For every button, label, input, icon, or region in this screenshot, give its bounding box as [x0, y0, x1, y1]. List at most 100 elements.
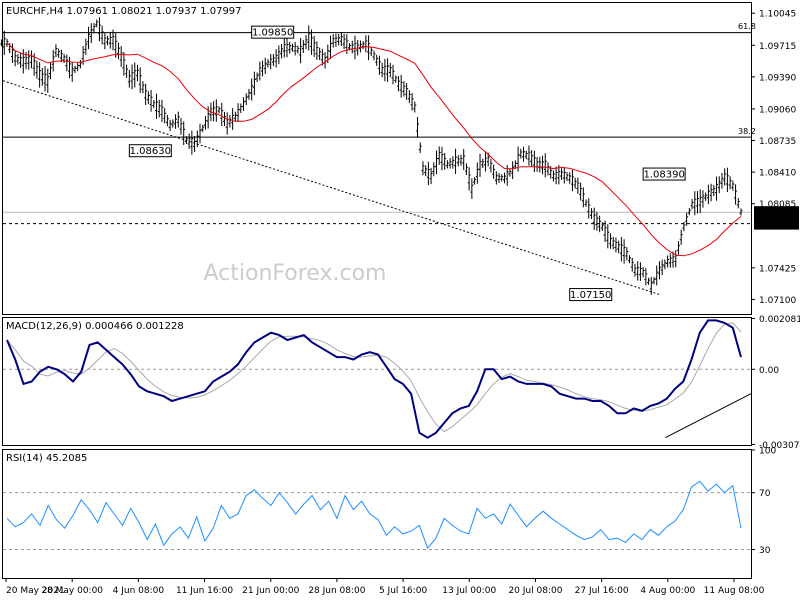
- ohlc-bar: [663, 259, 667, 270]
- ohlc-bar: [116, 42, 120, 60]
- ohlc-bar: [628, 255, 632, 264]
- macd-line: [6, 319, 742, 439]
- ohlc-bar: [500, 174, 504, 182]
- ohlc-bar: [334, 33, 338, 47]
- ohlc-bar: [475, 162, 479, 184]
- ohlc-bar: [723, 168, 727, 186]
- x-tick-label: 28 May 00:00: [41, 586, 103, 596]
- ohlc-bar: [2, 30, 6, 55]
- ohlc-bar: [589, 208, 593, 220]
- ohlc-bar: [160, 99, 164, 122]
- ohlc-bar: [29, 50, 33, 69]
- ohlc-bar: [424, 165, 428, 177]
- ohlc-bar: [660, 259, 664, 276]
- ohlc-bar: [649, 276, 653, 295]
- svg-text:1.07880: 1.07880: [759, 220, 796, 230]
- ohlc-bar: [168, 119, 172, 132]
- ohlc-bar: [141, 81, 145, 94]
- ohlc-bar: [538, 156, 542, 173]
- ohlc-bar: [369, 47, 373, 57]
- ohlc-bar: [149, 89, 153, 112]
- ohlc-bar: [655, 265, 659, 286]
- ohlc-bar: [437, 146, 441, 165]
- x-tick-label: 27 Jul 16:00: [575, 586, 629, 596]
- ohlc-bar: [288, 41, 292, 54]
- svg-text:1.09850: 1.09850: [252, 28, 293, 39]
- rsi-y-tick-label: 70: [759, 489, 771, 499]
- ohlc-bar: [543, 153, 547, 178]
- ohlc-bar: [652, 276, 656, 285]
- macd-panel-frame: [2, 317, 752, 446]
- macd-trendline: [665, 393, 752, 439]
- ohlc-bar: [481, 158, 485, 169]
- ohlc-bar: [532, 150, 536, 172]
- ohlc-bar: [252, 71, 256, 96]
- ohlc-bar: [51, 49, 55, 72]
- ohlc-bar: [87, 26, 91, 50]
- ohlc-bar: [315, 41, 319, 60]
- rsi-y-tick-label: 30: [759, 546, 771, 556]
- ohlc-bar: [16, 54, 20, 65]
- price-y-tick-label: 1.07425: [759, 264, 796, 274]
- ohlc-bar: [440, 146, 444, 171]
- ohlc-bar: [630, 257, 634, 272]
- ohlc-bar: [46, 68, 50, 93]
- ohlc-bar: [130, 64, 134, 90]
- ohlc-bar: [451, 156, 455, 169]
- svg-text:1.07997: 1.07997: [759, 209, 796, 219]
- ohlc-bar: [647, 277, 651, 285]
- x-tick-label: 4 Aug 00:00: [640, 586, 695, 596]
- ohlc-bar: [668, 253, 672, 268]
- svg-text:1.08390: 1.08390: [643, 170, 684, 181]
- ohlc-bar: [421, 161, 425, 176]
- ohlc-bar: [527, 145, 531, 166]
- price-y-tick-label: 1.09715: [759, 42, 796, 52]
- ohlc-bar: [432, 162, 436, 177]
- ohlc-bar: [638, 262, 642, 281]
- ohlc-bar: [95, 19, 99, 28]
- ohlc-bar: [573, 177, 577, 189]
- x-tick-label: 20 Jul 08:00: [508, 586, 562, 596]
- ohlc-bar: [579, 182, 583, 201]
- ohlc-bar: [144, 83, 148, 105]
- ohlc-bar: [296, 45, 300, 54]
- price-y-tick-label: 1.09390: [759, 73, 796, 83]
- macd-y-tick-label: 0.00: [759, 366, 779, 376]
- ohlc-bar: [622, 239, 626, 264]
- ohlc-bar: [418, 142, 422, 154]
- ohlc-bar: [405, 83, 409, 100]
- ohlc-bar: [666, 255, 670, 268]
- x-tick-label: 13 Jul 00:00: [442, 586, 496, 596]
- ohlc-bar: [201, 124, 205, 133]
- ohlc-bar: [696, 191, 700, 214]
- ohlc-bar: [78, 60, 82, 69]
- ohlc-bar: [293, 41, 297, 56]
- ohlc-bar: [657, 261, 661, 280]
- ohlc-bar: [318, 47, 322, 60]
- ohlc-bar: [377, 55, 381, 75]
- ohlc-bar: [435, 150, 439, 175]
- ohlc-bar: [609, 233, 613, 249]
- macd-y-tick-label: 0.002081: [759, 315, 800, 325]
- price-y-tick-label: 1.08735: [759, 137, 796, 147]
- ohlc-bar: [415, 116, 419, 138]
- ohlc-bar: [519, 148, 523, 159]
- ohlc-bar: [57, 48, 61, 58]
- ohlc-bar: [467, 167, 471, 191]
- ohlc-bar: [407, 90, 411, 104]
- x-tick-label: 4 Jun 08:00: [113, 586, 165, 596]
- ohlc-bar: [489, 158, 493, 173]
- ohlc-bar: [388, 62, 392, 78]
- ohlc-bar: [497, 173, 501, 183]
- ohlc-bar: [394, 75, 398, 83]
- ohlc-bar: [644, 268, 648, 286]
- ohlc-bar: [358, 40, 362, 53]
- ohlc-bar: [40, 67, 44, 86]
- ohlc-bar: [511, 161, 515, 180]
- ohlc-bar: [125, 64, 129, 79]
- ohlc-bar: [155, 93, 159, 119]
- ohlc-bar: [307, 25, 311, 51]
- ohlc-bar: [179, 118, 183, 135]
- ohlc-bar: [581, 187, 585, 208]
- ohlc-bar: [693, 191, 697, 216]
